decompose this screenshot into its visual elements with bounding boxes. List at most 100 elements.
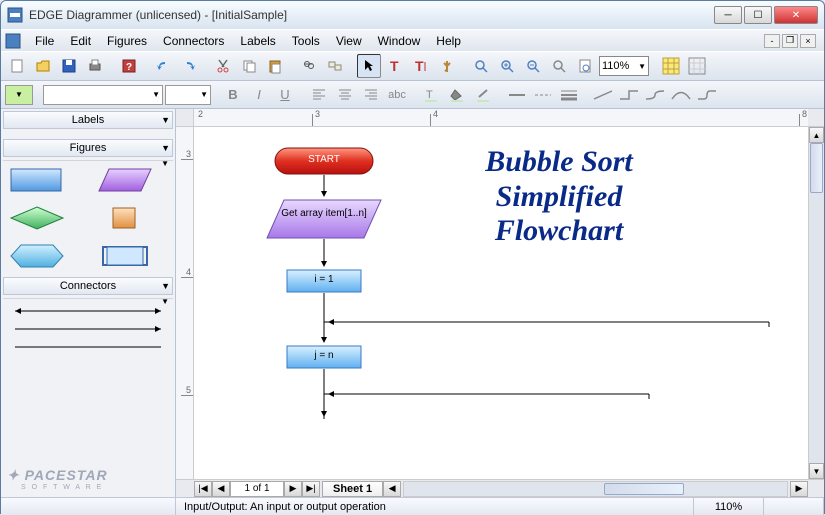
conn-round-button[interactable] [695,84,719,106]
shape-process[interactable] [7,165,67,195]
color-combo[interactable]: ▼ [5,85,33,105]
menu-labels[interactable]: Labels [232,32,283,50]
hscroll-left-button[interactable]: ◀ [383,481,401,497]
scroll-up-button[interactable]: ▲ [809,127,824,143]
zoom-tool[interactable] [469,54,493,78]
flowchart-start-node[interactable]: START [274,147,374,175]
flowchart-input-node[interactable]: Get array item[1..n] [266,199,382,239]
align-left-button[interactable] [307,84,331,106]
copy-button[interactable] [237,54,261,78]
help-button[interactable]: ? [117,54,141,78]
ruler-h-tick: 4 [433,109,438,119]
save-button[interactable] [57,54,81,78]
conn-straight-button[interactable] [591,84,615,106]
menu-help[interactable]: Help [428,32,469,50]
conn-curve-button[interactable] [643,84,667,106]
spellcheck-button[interactable]: abc [385,84,409,106]
page-first-button[interactable]: |◀ [194,481,212,497]
sheet-tab[interactable]: Sheet 1 [322,481,383,497]
shape-connector[interactable] [95,203,155,233]
page-next-button[interactable]: ▶ [284,481,302,497]
zoom-fit-button[interactable] [547,54,571,78]
labels-section-label: Labels [72,114,104,126]
mdi-minimize-button[interactable]: - [764,34,780,48]
undo-button[interactable] [151,54,175,78]
labels-section-head[interactable]: Labels▼ [3,111,173,129]
print-button[interactable] [83,54,107,78]
mdi-close-button[interactable]: × [800,34,816,48]
zoom-in-button[interactable] [495,54,519,78]
shape-decision[interactable] [7,203,67,233]
line-weight-button[interactable] [557,84,581,106]
flowchart-step2-node[interactable]: j = n [286,345,362,369]
menu-tools[interactable]: Tools [284,32,328,50]
replace-button[interactable] [323,54,347,78]
minimize-button[interactable]: ─ [714,6,742,24]
pointer-tool[interactable] [357,54,381,78]
shape-io[interactable] [95,165,155,195]
align-right-button[interactable] [359,84,383,106]
menu-connectors[interactable]: Connectors [155,32,232,50]
snap-button[interactable] [685,54,709,78]
cut-button[interactable] [211,54,235,78]
connector-single-arrow[interactable] [11,323,165,331]
font-combo[interactable]: ▼ [43,85,163,105]
zoom-combo[interactable]: 110%▼ [599,56,649,76]
connectors-section-label: Connectors [60,280,116,292]
ruler-h-tick: 2 [198,109,203,119]
flowchart-step1-node[interactable]: i = 1 [286,269,362,293]
connector-line[interactable] [11,341,165,349]
new-button[interactable] [5,54,29,78]
text-tool[interactable]: T [409,54,433,78]
scroll-thumb-h[interactable] [604,483,684,495]
page-prev-button[interactable]: ◀ [212,481,230,497]
grid-button[interactable] [659,54,683,78]
fill-color-button[interactable] [445,84,469,106]
menu-window[interactable]: Window [370,32,429,50]
conn-ortho-button[interactable] [617,84,641,106]
title-line3: Flowchart [459,214,659,249]
menu-file[interactable]: File [27,32,62,50]
label-tool[interactable]: T [383,54,407,78]
close-button[interactable]: ✕ [774,6,818,24]
menu-figures[interactable]: Figures [99,32,155,50]
app-window: EDGE Diagrammer (unlicensed) - [InitialS… [0,0,825,514]
maximize-button[interactable]: ☐ [744,6,772,24]
zoom-value: 110% [602,60,629,72]
connector-double-arrow[interactable] [11,305,165,313]
bold-button[interactable]: B [221,84,245,106]
redo-button[interactable] [177,54,201,78]
line-color-button[interactable] [471,84,495,106]
scroll-thumb-v[interactable] [810,143,823,193]
find-button[interactable] [297,54,321,78]
line-solid-button[interactable] [505,84,529,106]
paste-button[interactable] [263,54,287,78]
align-center-button[interactable] [333,84,357,106]
mdi-restore-button[interactable]: ❐ [782,34,798,48]
shape-subroutine[interactable] [95,241,155,271]
shape-prep[interactable] [7,241,67,271]
menu-view[interactable]: View [328,32,370,50]
connectors-section-head[interactable]: Connectors▼ [3,277,173,295]
pan-tool[interactable] [435,54,459,78]
font-color-button[interactable]: T [419,84,443,106]
menu-edit[interactable]: Edit [62,32,99,50]
scroll-down-button[interactable]: ▼ [809,463,824,479]
font-size-combo[interactable]: ▼ [165,85,211,105]
diagram-canvas[interactable]: Bubble Sort Simplified Flowchart START G… [194,127,808,479]
hscroll-right-button[interactable]: ▶ [790,481,808,497]
svg-text:T: T [426,89,433,101]
underline-button[interactable]: U [273,84,297,106]
horizontal-scrollbar[interactable] [403,481,788,497]
ruler-horizontal: 2 3 4 8 [194,109,808,127]
vertical-scrollbar[interactable]: ▲ ▼ [808,127,824,479]
zoom-out-button[interactable] [521,54,545,78]
figures-section-head[interactable]: Figures▼ [3,139,173,157]
page-last-button[interactable]: ▶| [302,481,320,497]
title-line2: Simplified [459,180,659,215]
italic-button[interactable]: I [247,84,271,106]
open-button[interactable] [31,54,55,78]
zoom-page-button[interactable] [573,54,597,78]
line-dash-button[interactable] [531,84,555,106]
conn-arc-button[interactable] [669,84,693,106]
